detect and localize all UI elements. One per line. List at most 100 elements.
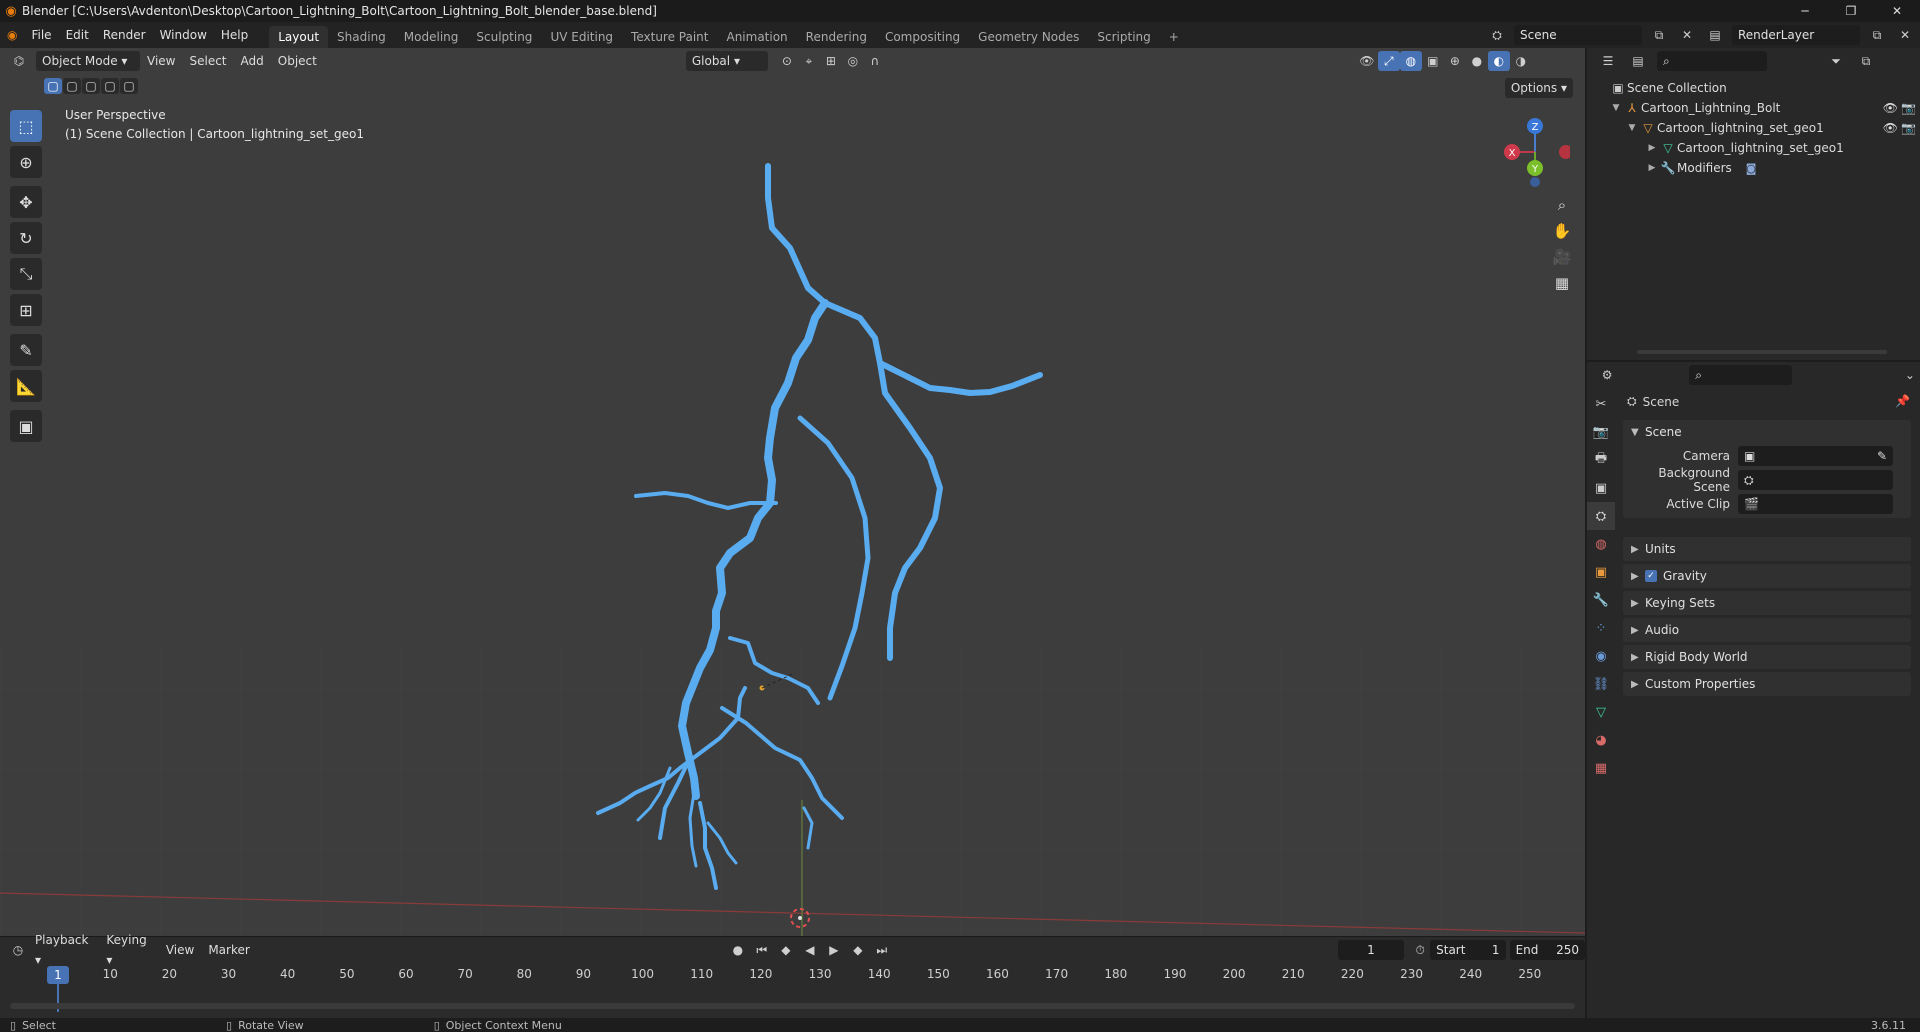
render-camera-icon[interactable]: 📷	[1901, 121, 1916, 135]
blender-menu-icon[interactable]: ◉	[0, 22, 24, 48]
particles-tab-icon[interactable]: ⁘	[1587, 614, 1615, 642]
keying-sets-panel-header[interactable]: ▶ Keying Sets	[1623, 591, 1911, 615]
units-panel-header[interactable]: ▶ Units	[1623, 537, 1911, 561]
outliner-row-scene-collection[interactable]: ▣ Scene Collection	[1609, 78, 1920, 98]
next-keyframe-icon[interactable]: ◆	[847, 940, 869, 960]
constraints-tab-icon[interactable]: ⛓	[1587, 670, 1615, 698]
current-frame-field[interactable]: 1	[1337, 940, 1405, 960]
prev-keyframe-icon[interactable]: ◆	[775, 940, 797, 960]
filter-icon[interactable]: ⏷	[1825, 51, 1847, 71]
menu-file[interactable]: File	[24, 22, 58, 48]
outliner-row-bolt-empty[interactable]: ▼ ⅄ Cartoon_Lightning_Bolt 👁 📷	[1609, 98, 1920, 118]
new-render-layer-icon[interactable]: ⧉	[1866, 25, 1888, 45]
menu-help[interactable]: Help	[214, 22, 255, 48]
tool-tab-icon[interactable]: ✂	[1587, 390, 1615, 418]
workspace-tab-geometry-nodes[interactable]: Geometry Nodes	[969, 26, 1088, 48]
jump-end-icon[interactable]: ⏭	[871, 940, 893, 960]
workspace-tab-texture-paint[interactable]: Texture Paint	[622, 26, 717, 48]
properties-search-input[interactable]: ⌕	[1689, 365, 1792, 385]
menu-edit[interactable]: Edit	[59, 22, 96, 48]
frame-ruler[interactable]: 10 20 30 40 50 60 70 80 90 100 110 120 130 140 150 160 1…	[0, 967, 1585, 991]
status-bar: ▯ Select ▯ Rotate View ▯ Object Context …	[0, 1018, 1920, 1032]
material-tab-icon[interactable]: ◕	[1587, 726, 1615, 754]
menu-window[interactable]: Window	[153, 22, 214, 48]
minimize-button[interactable]: ─	[1782, 0, 1828, 22]
new-scene-icon[interactable]: ⧉	[1648, 25, 1670, 45]
scene-type-icon[interactable]: ⛭	[1486, 25, 1508, 45]
render-camera-icon[interactable]: 📷	[1901, 101, 1916, 115]
outliner-row-geo-object[interactable]: ▼ ▽ Cartoon_lightning_set_geo1 👁 📷	[1609, 118, 1920, 138]
rigid-body-world-panel-header[interactable]: ▶ Rigid Body World	[1623, 645, 1911, 669]
output-tab-icon[interactable]: 🖶	[1587, 446, 1615, 474]
workspace-tab-rendering[interactable]: Rendering	[797, 26, 876, 48]
eyedropper-icon[interactable]: ✎	[1877, 449, 1887, 463]
workspace-tab-sculpting[interactable]: Sculpting	[467, 26, 541, 48]
maximize-button[interactable]: ❐	[1828, 0, 1874, 22]
object-tab-icon[interactable]: ▣	[1587, 558, 1615, 586]
expand-arrow-icon[interactable]: ▼	[1609, 103, 1623, 113]
render-tab-icon[interactable]: 📷	[1587, 418, 1615, 446]
workspace-tab-modeling[interactable]: Modeling	[395, 26, 468, 48]
delete-render-layer-icon[interactable]: ✕	[1894, 25, 1916, 45]
render-layer-field[interactable]: RenderLayer	[1732, 25, 1860, 45]
gravity-panel-header[interactable]: ▶ ✓ Gravity	[1623, 564, 1911, 588]
menu-playback[interactable]: Playback ▾	[28, 930, 99, 970]
scene-tab-icon[interactable]: ⛭	[1587, 502, 1615, 530]
properties-options-icon[interactable]: ⌄	[1900, 365, 1920, 385]
workspace-tab-compositing[interactable]: Compositing	[876, 26, 969, 48]
outliner-row-modifiers[interactable]: ▶ 🔧 Modifiers ◙	[1609, 158, 1920, 178]
scene-field[interactable]: Scene	[1514, 25, 1642, 45]
render-layer-icon[interactable]: ▤	[1704, 25, 1726, 45]
jump-start-icon[interactable]: ⏮	[751, 940, 773, 960]
workspace-tab-scripting[interactable]: Scripting	[1088, 26, 1159, 48]
new-collection-icon[interactable]: ⧉	[1855, 51, 1877, 71]
record-icon[interactable]: ●	[727, 940, 749, 960]
texture-tab-icon[interactable]: ▦	[1587, 754, 1615, 782]
menu-keying[interactable]: Keying ▾	[99, 930, 158, 970]
active-clip-field[interactable]: 🎬	[1738, 494, 1893, 514]
start-frame-field[interactable]: Start 1	[1430, 940, 1506, 960]
audio-panel-header[interactable]: ▶ Audio	[1623, 618, 1911, 642]
workspace-tab-animation[interactable]: Animation	[717, 26, 796, 48]
timeline-editor-type-icon[interactable]: ◷	[8, 940, 28, 960]
outliner-scrollbar[interactable]	[1637, 350, 1887, 354]
outliner-row-mesh-data[interactable]: ▶ ▽ Cartoon_lightning_set_geo1	[1609, 138, 1920, 158]
preview-range-icon[interactable]: ⏱	[1410, 940, 1430, 960]
menu-marker[interactable]: Marker	[201, 940, 256, 960]
workspace-tab-shading[interactable]: Shading	[328, 26, 395, 48]
view-layer-tab-icon[interactable]: ▣	[1587, 474, 1615, 502]
gravity-checkbox[interactable]: ✓	[1645, 570, 1657, 582]
frame-cursor[interactable]: 1	[47, 966, 69, 984]
properties-editor-type-icon[interactable]: ⚙	[1597, 365, 1617, 385]
menu-render[interactable]: Render	[96, 22, 153, 48]
collapse-arrow-icon[interactable]: ▶	[1645, 163, 1659, 173]
camera-field[interactable]: ▣ ✎	[1738, 446, 1893, 466]
background-scene-field[interactable]: ⛭	[1738, 470, 1893, 490]
eye-icon[interactable]: 👁	[1883, 121, 1898, 135]
play-reverse-icon[interactable]: ◀	[799, 940, 821, 960]
delete-scene-icon[interactable]: ✕	[1676, 25, 1698, 45]
3d-viewport[interactable]: ⌬ Object Mode ▾ View Select Add Object G…	[0, 48, 1585, 936]
workspace-tab-uv-editing[interactable]: UV Editing	[541, 26, 622, 48]
menu-timeline-view[interactable]: View	[159, 940, 201, 960]
world-tab-icon[interactable]: ◍	[1587, 530, 1615, 558]
outliner-editor-type-icon[interactable]: ☰	[1597, 51, 1619, 71]
outliner-search-input[interactable]: ⌕	[1657, 51, 1767, 71]
modifier-tab-icon[interactable]: 🔧	[1587, 586, 1615, 614]
workspace-tab-layout[interactable]: Layout	[269, 26, 329, 48]
eye-icon[interactable]: 👁	[1883, 101, 1898, 115]
display-mode-icon[interactable]: ▤	[1627, 51, 1649, 71]
timeline-scrollbar[interactable]	[10, 1003, 1575, 1009]
pin-icon[interactable]: 📌	[1895, 394, 1910, 408]
collapse-arrow-icon[interactable]: ▶	[1645, 143, 1659, 153]
custom-properties-panel-header[interactable]: ▶ Custom Properties	[1623, 672, 1911, 696]
end-frame-field[interactable]: End 250	[1509, 940, 1585, 960]
data-tab-icon[interactable]: ▽	[1587, 698, 1615, 726]
add-workspace-button[interactable]: +	[1160, 26, 1188, 48]
play-icon[interactable]: ▶	[823, 940, 845, 960]
lightning-bolt-mesh[interactable]	[0, 48, 1585, 936]
expand-arrow-icon[interactable]: ▼	[1625, 123, 1639, 133]
physics-tab-icon[interactable]: ◉	[1587, 642, 1615, 670]
scene-panel-header[interactable]: ▼ Scene	[1623, 420, 1911, 444]
close-button[interactable]: ✕	[1874, 0, 1920, 22]
